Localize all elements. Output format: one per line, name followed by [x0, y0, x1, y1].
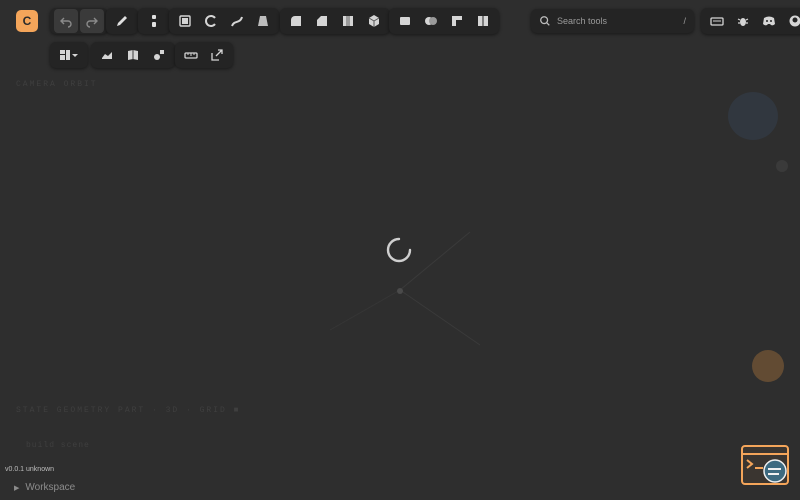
layout-toolbar [50, 42, 88, 68]
search-icon [540, 16, 550, 26]
loft-button[interactable] [251, 9, 275, 33]
fillet-icon [291, 16, 301, 26]
command-log-icon[interactable] [741, 445, 789, 485]
constraints-button[interactable] [147, 43, 171, 67]
github-button[interactable] [783, 9, 800, 33]
undo-icon [60, 17, 72, 28]
union-icon [400, 17, 410, 25]
bug-icon [737, 18, 749, 26]
export-button[interactable] [205, 43, 229, 67]
export-icon [211, 49, 223, 61]
view-cube-gizmo[interactable] [728, 92, 778, 140]
discord-button[interactable] [757, 9, 781, 33]
pencil-tool-button[interactable] [110, 9, 134, 33]
layout-grid-icon [60, 50, 78, 60]
app-links-toolbar [701, 8, 800, 34]
dimension-toolbar [138, 8, 170, 34]
revolve-icon [205, 15, 216, 27]
search-input[interactable] [555, 15, 679, 27]
sweep-button[interactable] [225, 9, 249, 33]
search-tools-box[interactable]: / [531, 9, 694, 33]
box-icon [368, 15, 380, 27]
search-shortcut-hint: / [683, 16, 686, 26]
loft-icon [258, 16, 268, 26]
history-toolbar [50, 8, 108, 34]
shell-icon [343, 16, 353, 26]
export-toolbar [175, 42, 233, 68]
intersect-button[interactable] [419, 9, 443, 33]
github-icon [789, 15, 800, 27]
union-button[interactable] [393, 9, 417, 33]
version-label: v0.0.1 unknown [5, 466, 55, 473]
camera-orbit-label: CAMERA ORBIT [16, 80, 98, 89]
dimension-tool-button[interactable] [142, 9, 166, 33]
subtract-icon [452, 16, 462, 26]
loading-spinner-icon [386, 237, 412, 263]
split-icon [478, 16, 488, 26]
boolean-toolbar [389, 8, 499, 34]
extrude-button[interactable] [173, 9, 197, 33]
workspace-tab[interactable]: ▶ Workspace [14, 482, 75, 493]
sketch-plane-button[interactable] [95, 43, 119, 67]
section-view-button[interactable] [121, 43, 145, 67]
shell-button[interactable] [336, 9, 360, 33]
sketch-plane-icon [102, 52, 112, 59]
chamfer-icon [317, 16, 327, 26]
box-button[interactable] [362, 9, 386, 33]
measure-icon [184, 52, 198, 59]
viewport-small-label: build scene [26, 441, 90, 450]
chamfer-button[interactable] [310, 9, 334, 33]
app-logo[interactable]: C [16, 10, 38, 32]
workspace-label: Workspace [25, 482, 76, 493]
sketch-toolbar [106, 8, 138, 34]
primitive-toolbar [169, 8, 279, 34]
layout-menu-button[interactable] [54, 43, 84, 67]
constraints-icon [154, 50, 164, 60]
pencil-icon [117, 16, 127, 26]
revolve-button[interactable] [199, 9, 223, 33]
keyboard-shortcuts-button[interactable] [705, 9, 729, 33]
fillet-button[interactable] [284, 9, 308, 33]
viewport-status-strip: STATE GEOMETRY PART · 3D · GRID ■ [16, 406, 241, 415]
chevron-right-icon: ▶ [14, 485, 20, 492]
split-button[interactable] [471, 9, 495, 33]
gizmo-mini-button[interactable] [776, 160, 788, 172]
section-view-icon [128, 50, 138, 60]
intersect-icon [425, 17, 437, 25]
extrude-icon [179, 15, 191, 27]
view-toolbar [91, 42, 175, 68]
sweep-icon [231, 16, 243, 27]
redo-icon [86, 17, 98, 28]
keyboard-icon [710, 17, 724, 26]
subtract-button[interactable] [445, 9, 469, 33]
redo-button[interactable] [80, 9, 104, 33]
dimension-icon [152, 15, 156, 27]
solid-toolbar [280, 8, 390, 34]
discord-icon [763, 16, 775, 26]
undo-button[interactable] [54, 9, 78, 33]
logo-letter: C [22, 14, 32, 28]
measure-button[interactable] [179, 43, 203, 67]
report-bug-button[interactable] [731, 9, 755, 33]
floating-action-orb[interactable] [752, 350, 784, 382]
